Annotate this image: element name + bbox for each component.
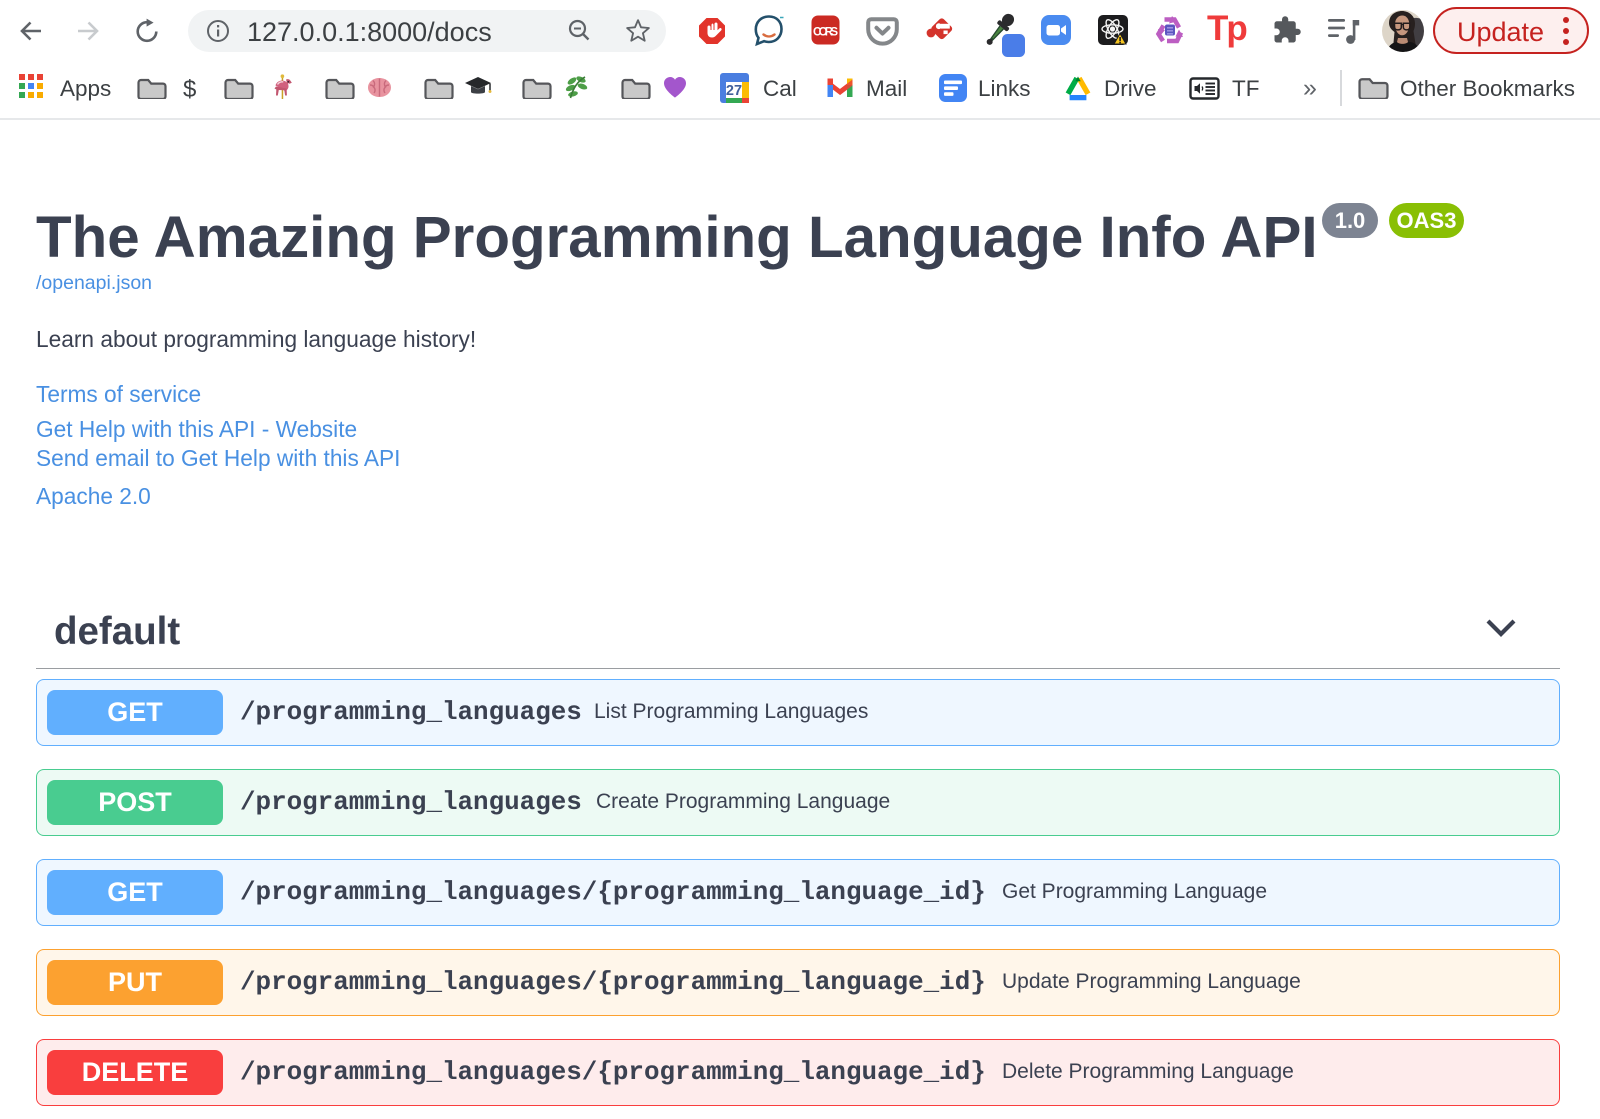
svg-text:27: 27 bbox=[726, 83, 742, 99]
